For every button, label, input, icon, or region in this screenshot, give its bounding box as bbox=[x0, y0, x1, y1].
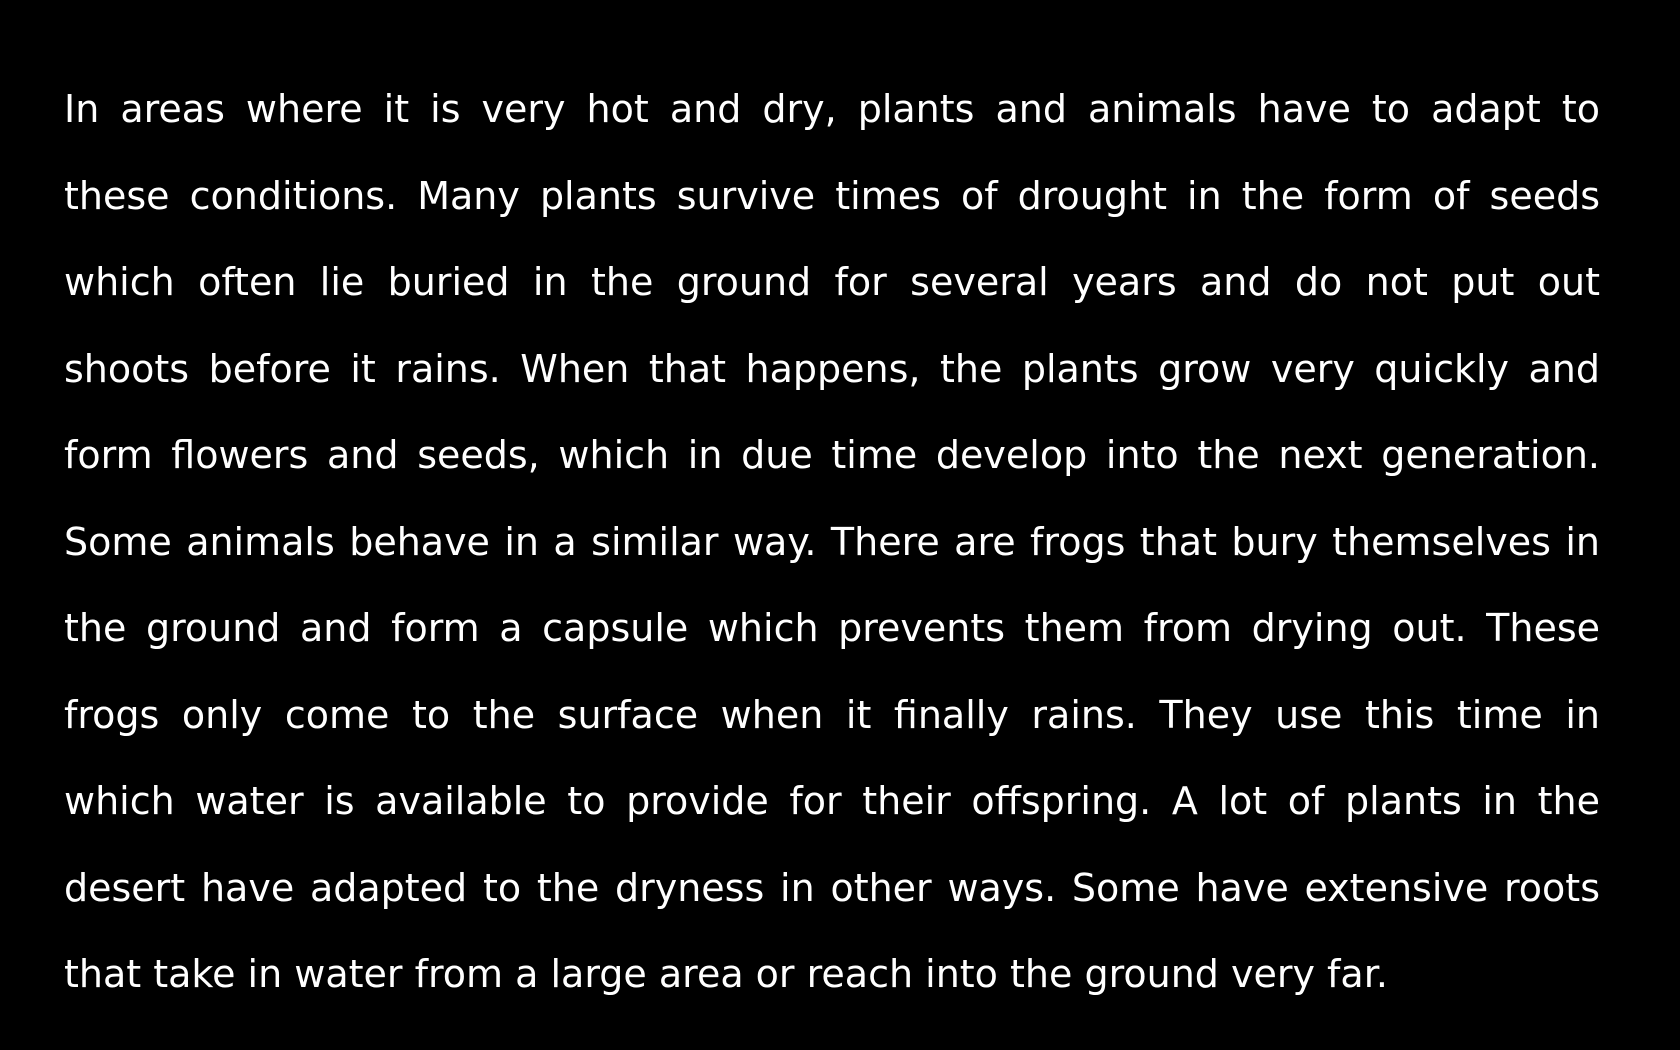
paragraph-line-3: which often lie buried in the ground for… bbox=[64, 260, 1600, 304]
paragraph-line-1: In areas where it is very hot and dry, p… bbox=[64, 87, 1600, 131]
paragraph-line-11: that take in water from a large area or … bbox=[64, 952, 1388, 996]
paragraph-line-6: Some animals behave in a similar way. Th… bbox=[64, 519, 1600, 564]
paragraph-line-8: frogs only come to the surface when it f… bbox=[64, 692, 1600, 737]
paragraph-line-2: these conditions. Many plants survive ti… bbox=[64, 173, 1600, 218]
paragraph-line-4: shoots before it rains. When that happen… bbox=[64, 346, 1600, 391]
text-paragraph: In areas where it is very hot and dry, p… bbox=[64, 66, 1600, 1018]
paragraph-line-9: which water is available to provide for … bbox=[64, 779, 1600, 823]
paragraph-line-7: the ground and form a capsule which prev… bbox=[64, 606, 1600, 650]
paragraph-line-5: form flowers and seeds, which in due tim… bbox=[64, 433, 1600, 477]
paragraph-line-10: desert have adapted to the dryness in ot… bbox=[64, 865, 1600, 910]
